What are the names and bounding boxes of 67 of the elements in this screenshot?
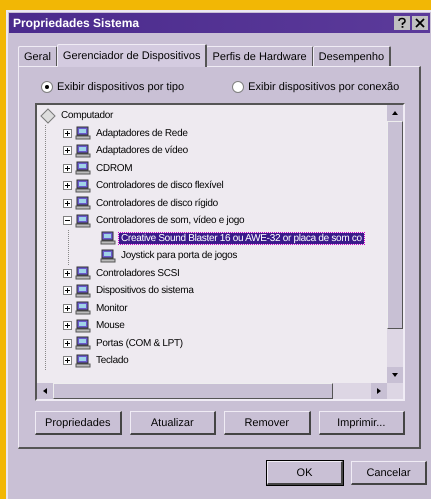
tree-item[interactable]: Adaptadores de vídeo — [94, 145, 190, 156]
device-icon — [75, 352, 91, 369]
tree-item[interactable]: Portas (COM & LPT) — [94, 338, 185, 349]
tree-item[interactable]: Controladores de disco flexível — [94, 180, 226, 192]
action-button[interactable]: Remover — [224, 411, 310, 435]
action-button[interactable]: Propriedades — [35, 411, 122, 435]
help-icon[interactable] — [394, 16, 410, 30]
tab[interactable]: Gerenciador de Dispositivos — [56, 44, 208, 67]
tree-item[interactable]: Controladores SCSI — [94, 268, 182, 279]
close-icon[interactable] — [412, 16, 428, 30]
scroll-right-icon[interactable] — [371, 383, 387, 399]
expand-toggle[interactable] — [63, 128, 72, 138]
expand-toggle[interactable] — [63, 164, 72, 173]
tree-item[interactable]: Monitor — [94, 302, 130, 314]
dialog-button[interactable]: Cancelar — [351, 461, 427, 485]
scroll-thumb[interactable] — [387, 121, 403, 329]
device-icon — [75, 195, 91, 212]
tab[interactable]: Desempenho — [312, 46, 392, 66]
action-button[interactable]: Atualizar — [130, 411, 216, 435]
tree-item[interactable]: Teclado — [94, 355, 130, 366]
device-icon — [100, 230, 116, 246]
expand-toggle[interactable] — [63, 146, 72, 156]
device-icon — [75, 335, 91, 352]
device-icon — [100, 248, 116, 264]
dialog-button[interactable]: OK — [267, 461, 343, 485]
tab[interactable]: Perfis de Hardware — [206, 46, 314, 66]
device-icon — [75, 178, 91, 194]
scroll-up-icon[interactable] — [387, 105, 403, 121]
device-icon — [75, 212, 91, 229]
tree-item[interactable]: Computador — [59, 110, 116, 122]
expand-toggle[interactable] — [63, 198, 72, 208]
device-icon — [75, 265, 91, 282]
diamond-icon — [40, 108, 56, 124]
tree-item[interactable]: Controladores de som, vídeo e jogo — [94, 215, 246, 226]
device-icon — [75, 142, 91, 159]
device-icon — [75, 282, 91, 299]
scroll-thumb[interactable] — [53, 383, 333, 399]
tree-item[interactable]: CDROM — [94, 162, 134, 174]
expand-toggle[interactable] — [63, 338, 72, 348]
device-icon — [75, 125, 91, 142]
expand-toggle[interactable] — [63, 356, 72, 366]
tree-item[interactable]: Mouse — [94, 320, 127, 332]
window-title: Propriedades Sistema — [13, 16, 140, 30]
scroll-left-icon[interactable] — [37, 383, 53, 399]
tree-item[interactable]: Dispositivos do sistema — [94, 285, 196, 296]
tree-item[interactable]: Joystick para porta de jogos — [119, 250, 240, 262]
radio-button[interactable] — [41, 81, 53, 93]
radio-label[interactable]: Exibir dispositivos por conexão — [248, 81, 400, 93]
vertical-scrollbar[interactable] — [387, 105, 403, 383]
radio-button[interactable] — [232, 81, 244, 93]
device-icon — [75, 318, 91, 334]
radio-label[interactable]: Exibir dispositivos por tipo — [57, 81, 184, 93]
expand-toggle[interactable] — [63, 268, 72, 278]
action-button[interactable]: Imprimir... — [318, 411, 405, 435]
tab[interactable]: Geral — [18, 46, 58, 66]
device-icon — [75, 160, 91, 176]
expand-toggle[interactable] — [63, 321, 72, 330]
tree-item[interactable]: Adaptadores de Rede — [94, 128, 190, 139]
tree-item[interactable]: Controladores de disco rígido — [94, 198, 220, 209]
collapse-toggle[interactable] — [63, 216, 72, 226]
tree-item[interactable]: Creative Sound Blaster 16 ou AWE-32 or placa de som co — [119, 232, 364, 244]
scroll-down-icon[interactable] — [387, 367, 403, 383]
horizontal-scrollbar[interactable] — [37, 383, 403, 399]
expand-toggle[interactable] — [63, 181, 72, 190]
expand-toggle[interactable] — [63, 304, 72, 313]
device-icon — [75, 300, 91, 316]
expand-toggle[interactable] — [63, 286, 72, 296]
